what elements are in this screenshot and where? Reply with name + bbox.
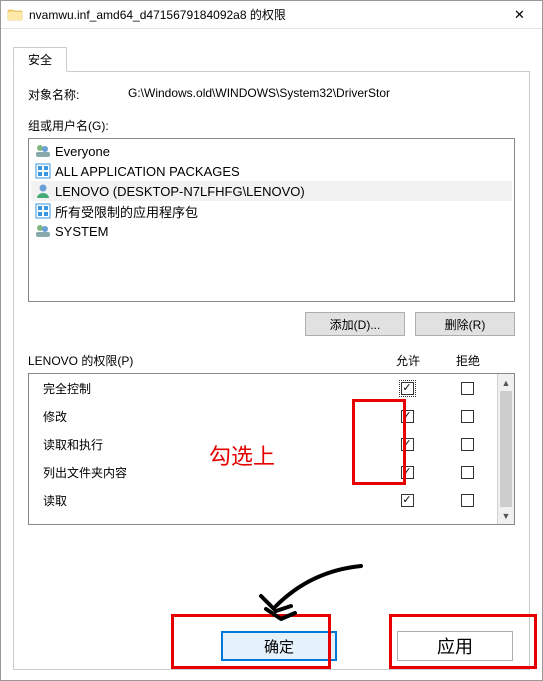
deny-checkbox[interactable]: [461, 410, 474, 423]
permission-row: 列出文件夹内容: [29, 458, 497, 486]
permission-name: 修改: [43, 408, 377, 425]
add-button[interactable]: 添加(D)...: [305, 312, 405, 336]
permission-row: 读取和执行: [29, 430, 497, 458]
title-bar: nvamwu.inf_amd64_d4715679184092a8 的权限 ✕: [1, 1, 542, 29]
remove-button[interactable]: 删除(R): [415, 312, 515, 336]
permission-name: 完全控制: [43, 380, 377, 397]
list-item-label: Everyone: [55, 144, 110, 159]
list-item[interactable]: LENOVO (DESKTOP-N7LFHFG\LENOVO): [31, 181, 512, 201]
allow-checkbox[interactable]: [401, 466, 414, 479]
col-deny-label: 拒绝: [438, 352, 498, 369]
groups-label: 组或用户名(G):: [28, 117, 515, 134]
allow-checkbox[interactable]: [401, 382, 414, 395]
scrollbar-up-arrow[interactable]: ▲: [498, 374, 514, 391]
permission-row: 完全控制: [29, 374, 497, 402]
list-item[interactable]: Everyone: [31, 141, 512, 161]
object-name-row: 对象名称: G:\Windows.old\WINDOWS\System32\Dr…: [28, 86, 515, 103]
apply-button[interactable]: 应用: [397, 631, 513, 661]
permissions-rows: 完全控制修改读取和执行列出文件夹内容读取: [29, 374, 497, 524]
tab-body: 对象名称: G:\Windows.old\WINDOWS\System32\Dr…: [13, 71, 530, 670]
permissions-label: LENOVO 的权限(P): [28, 352, 378, 369]
dialog-buttons-row: 确定 应用: [14, 631, 529, 661]
window-title: nvamwu.inf_amd64_d4715679184092a8 的权限: [29, 6, 497, 23]
list-item[interactable]: 所有受限制的应用程序包: [31, 201, 512, 221]
scrollbar-thumb[interactable]: [500, 391, 512, 507]
list-item[interactable]: SYSTEM: [31, 221, 512, 241]
groups-listbox[interactable]: Everyone ALL APPLICATION PACKAGES LENOVO (…: [28, 138, 515, 302]
allow-checkbox[interactable]: [401, 438, 414, 451]
permission-row: 读取: [29, 486, 497, 514]
property-sheet: 安全 对象名称: G:\Windows.old\WINDOWS\System32…: [13, 47, 530, 670]
deny-checkbox[interactable]: [461, 466, 474, 479]
close-icon: ✕: [514, 7, 525, 23]
permissions-grid: 完全控制修改读取和执行列出文件夹内容读取 ▲ ▼: [28, 373, 515, 525]
allow-checkbox[interactable]: [401, 494, 414, 507]
list-item-label: LENOVO (DESKTOP-N7LFHFG\LENOVO): [55, 184, 305, 199]
list-item-label: 所有受限制的应用程序包: [55, 202, 198, 221]
deny-checkbox[interactable]: [461, 382, 474, 395]
group-buttons-row: 添加(D)... 删除(R): [28, 312, 515, 336]
list-item-label: SYSTEM: [55, 224, 108, 239]
scrollbar-vertical[interactable]: ▲ ▼: [497, 374, 514, 524]
deny-checkbox[interactable]: [461, 494, 474, 507]
allow-checkbox[interactable]: [401, 410, 414, 423]
permission-name: 读取和执行: [43, 436, 377, 453]
permission-name: 列出文件夹内容: [43, 464, 377, 481]
list-item-label: ALL APPLICATION PACKAGES: [55, 164, 240, 179]
object-name-label: 对象名称:: [28, 86, 128, 103]
folder-icon: [7, 7, 23, 23]
permissions-header: LENOVO 的权限(P) 允许 拒绝: [28, 352, 515, 369]
scrollbar-down-arrow[interactable]: ▼: [498, 507, 514, 524]
permission-row: 修改: [29, 402, 497, 430]
list-item[interactable]: ALL APPLICATION PACKAGES: [31, 161, 512, 181]
close-button[interactable]: ✕: [497, 1, 542, 29]
permission-name: 读取: [43, 492, 377, 509]
object-name-value: G:\Windows.old\WINDOWS\System32\DriverSt…: [128, 86, 515, 103]
tab-security[interactable]: 安全: [13, 47, 67, 72]
ok-button[interactable]: 确定: [221, 631, 337, 661]
deny-checkbox[interactable]: [461, 438, 474, 451]
col-allow-label: 允许: [378, 352, 438, 369]
